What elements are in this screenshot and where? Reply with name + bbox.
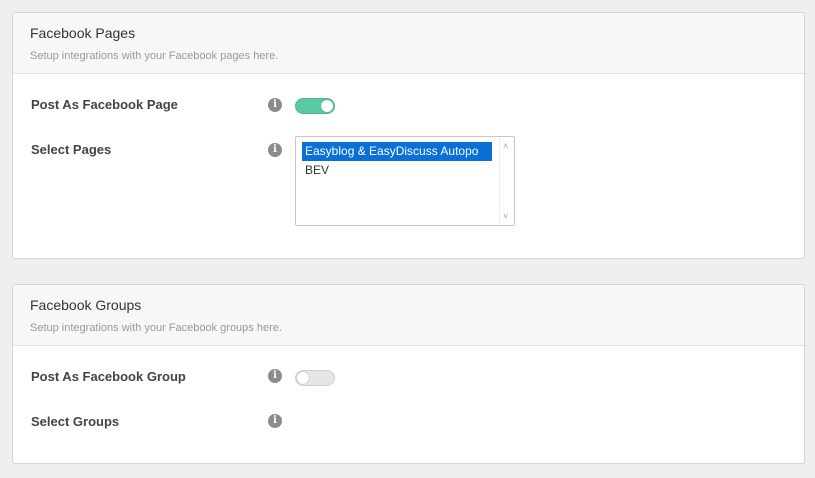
panel-header: Facebook Groups Setup integrations with … <box>13 285 804 346</box>
scroll-up-icon[interactable]: ˄ <box>503 142 508 151</box>
pages-listbox[interactable]: Easyblog & EasyDiscuss Autopo BEV ˄ ˅ <box>295 136 515 226</box>
info-icon[interactable]: i <box>268 369 282 383</box>
post-as-group-label: Post As Facebook Group <box>31 369 186 384</box>
facebook-pages-panel: Facebook Pages Setup integrations with y… <box>12 12 805 259</box>
post-as-group-toggle[interactable] <box>295 370 335 386</box>
facebook-groups-panel: Facebook Groups Setup integrations with … <box>12 284 805 464</box>
info-icon[interactable]: i <box>268 143 282 157</box>
select-pages-label: Select Pages <box>31 142 112 157</box>
panel-title: Facebook Groups <box>30 297 142 313</box>
panel-description: Setup integrations with your Facebook gr… <box>30 322 282 334</box>
listbox-option[interactable]: BEV <box>302 161 492 180</box>
info-icon[interactable]: i <box>268 98 282 112</box>
select-groups-label: Select Groups <box>31 414 120 429</box>
listbox-scrollbar[interactable]: ˄ ˅ <box>499 137 514 225</box>
scroll-down-icon[interactable]: ˅ <box>503 212 508 221</box>
panel-description: Setup integrations with your Facebook pa… <box>30 50 279 62</box>
panel-title: Facebook Pages <box>30 25 136 41</box>
post-as-page-label: Post As Facebook Page <box>31 97 178 112</box>
info-icon[interactable]: i <box>268 414 282 428</box>
toggle-knob <box>297 372 309 384</box>
toggle-knob <box>321 100 333 112</box>
post-as-page-toggle[interactable] <box>295 98 335 114</box>
panel-header: Facebook Pages Setup integrations with y… <box>13 13 804 74</box>
listbox-option-selected[interactable]: Easyblog & EasyDiscuss Autopo <box>302 142 492 161</box>
